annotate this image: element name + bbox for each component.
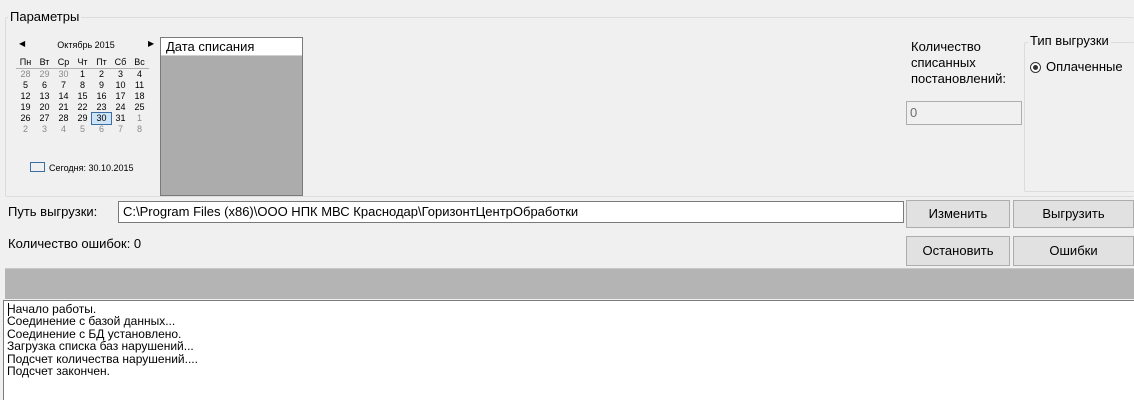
- count-label: Количество списанных постановлений:: [911, 39, 1006, 86]
- calendar-day[interactable]: 8: [130, 124, 149, 135]
- errors-button[interactable]: Ошибки: [1013, 236, 1134, 266]
- calendar-day[interactable]: 20: [35, 102, 54, 113]
- errors-count-label: Количество ошибок: 0: [8, 236, 142, 251]
- weekday-label: Вс: [130, 57, 149, 69]
- calendar-day[interactable]: 4: [130, 69, 149, 81]
- calendar-grid: Пн Вт Ср Чт Пт Сб Вс 28 29 30 1 2 3 4 5 6 7 8 9 10 11 12 13 14 1…: [16, 57, 149, 135]
- calendar-day[interactable]: 15: [73, 91, 92, 102]
- month-calendar[interactable]: ◀ Октябрь 2015 ▶ Пн Вт Ср Чт Пт Сб Вс 28 29 30 1 2 3…: [16, 38, 156, 188]
- paid-radio-label[interactable]: Оплаченные: [1046, 59, 1123, 75]
- calendar-day[interactable]: 9: [92, 80, 111, 91]
- weekday-label: Сб: [111, 57, 130, 69]
- calendar-today-label: Сегодня: 30.10.2015: [49, 163, 134, 173]
- calendar-week-row: 12 13 14 15 16 17 18: [16, 91, 149, 102]
- calendar-day[interactable]: 3: [35, 124, 54, 135]
- log-line: Подсчет количества нарушений....: [7, 351, 198, 366]
- calendar-day[interactable]: 2: [92, 69, 111, 81]
- calendar-day[interactable]: 12: [16, 91, 35, 102]
- export-button[interactable]: Выгрузить: [1013, 200, 1134, 228]
- calendar-day[interactable]: 28: [54, 113, 73, 124]
- calendar-day[interactable]: 3: [111, 69, 130, 81]
- calendar-day[interactable]: 29: [73, 113, 92, 124]
- calendar-day[interactable]: 27: [35, 113, 54, 124]
- progress-bar: [5, 268, 1134, 299]
- change-button[interactable]: Изменить: [906, 200, 1010, 228]
- next-month-icon[interactable]: ▶: [148, 39, 154, 48]
- calendar-month-title[interactable]: Октябрь 2015: [16, 40, 156, 50]
- calendar-day[interactable]: 5: [16, 80, 35, 91]
- path-field[interactable]: C:\Program Files (x86)\ООО НПК МВС Красн…: [118, 201, 904, 223]
- calendar-day[interactable]: 1: [73, 69, 92, 81]
- calendar-day[interactable]: 10: [111, 80, 130, 91]
- calendar-week-row: 28 29 30 1 2 3 4: [16, 69, 149, 81]
- calendar-day[interactable]: 30: [54, 69, 73, 81]
- calendar-day[interactable]: 23: [92, 102, 111, 113]
- calendar-day[interactable]: 7: [54, 80, 73, 91]
- path-label: Путь выгрузки:: [8, 204, 98, 219]
- calendar-day[interactable]: 24: [111, 102, 130, 113]
- log-line: Подсчет закончен.: [7, 364, 111, 379]
- calendar-day[interactable]: 21: [54, 102, 73, 113]
- calendar-day[interactable]: 16: [92, 91, 111, 102]
- calendar-day[interactable]: 8: [73, 80, 92, 91]
- calendar-week-row: 19 20 21 22 23 24 25: [16, 102, 149, 113]
- weekday-label: Вт: [35, 57, 54, 69]
- calendar-day[interactable]: 4: [54, 124, 73, 135]
- stop-button[interactable]: Остановить: [906, 236, 1010, 266]
- weekday-label: Пт: [92, 57, 111, 69]
- weekday-label: Пн: [16, 57, 35, 69]
- calendar-day[interactable]: 1: [130, 113, 149, 124]
- weekday-label: Ср: [54, 57, 73, 69]
- calendar-day[interactable]: 25: [130, 102, 149, 113]
- calendar-day[interactable]: 29: [35, 69, 54, 81]
- calendar-header: ◀ Октябрь 2015 ▶: [16, 39, 156, 54]
- calendar-day[interactable]: 11: [130, 80, 149, 91]
- log-line: Загрузка списка баз нарушений...: [7, 339, 194, 354]
- weekday-label: Чт: [73, 57, 92, 69]
- calendar-day[interactable]: 5: [73, 124, 92, 135]
- calendar-day[interactable]: 18: [130, 91, 149, 102]
- log-line: Соединение с базой данных...: [7, 314, 176, 329]
- calendar-day[interactable]: 2: [16, 124, 35, 135]
- calendar-day[interactable]: 14: [54, 91, 73, 102]
- calendar-day[interactable]: 31: [111, 113, 130, 124]
- dates-listbox[interactable]: Дата списания: [160, 37, 303, 196]
- calendar-week-row: 2345678: [16, 124, 149, 135]
- params-group-title: Параметры: [8, 9, 82, 24]
- log-lines: Начало работы. Соединение с базой данных.…: [4, 301, 1134, 379]
- calendar-day[interactable]: 30: [91, 112, 112, 125]
- dates-column-header[interactable]: Дата списания: [161, 38, 302, 56]
- weekday-row: Пн Вт Ср Чт Пт Сб Вс: [16, 57, 149, 69]
- calendar-day[interactable]: 13: [35, 91, 54, 102]
- calendar-week-row: 26 27 28 29 30 31 1: [16, 112, 149, 125]
- calendar-today[interactable]: Сегодня: 30.10.2015: [30, 162, 134, 174]
- calendar-day[interactable]: 26: [16, 113, 35, 124]
- calendar-week-row: 5 6 7 8 9 10 11: [16, 80, 149, 91]
- calendar-day[interactable]: 6: [35, 80, 54, 91]
- export-type-title: Тип выгрузки: [1028, 33, 1111, 48]
- calendar-day[interactable]: 7: [111, 124, 130, 135]
- calendar-day[interactable]: 19: [16, 102, 35, 113]
- today-marker-icon: [30, 162, 45, 172]
- paid-radio[interactable]: [1030, 62, 1041, 73]
- count-field: 0: [906, 101, 1022, 125]
- calendar-day[interactable]: 28: [16, 69, 35, 81]
- log-textarea[interactable]: Начало работы. Соединение с базой данных.…: [3, 300, 1134, 400]
- text-caret: [8, 303, 9, 316]
- calendar-day[interactable]: 22: [73, 102, 92, 113]
- calendar-day[interactable]: 6: [92, 124, 111, 135]
- calendar-day[interactable]: 17: [111, 91, 130, 102]
